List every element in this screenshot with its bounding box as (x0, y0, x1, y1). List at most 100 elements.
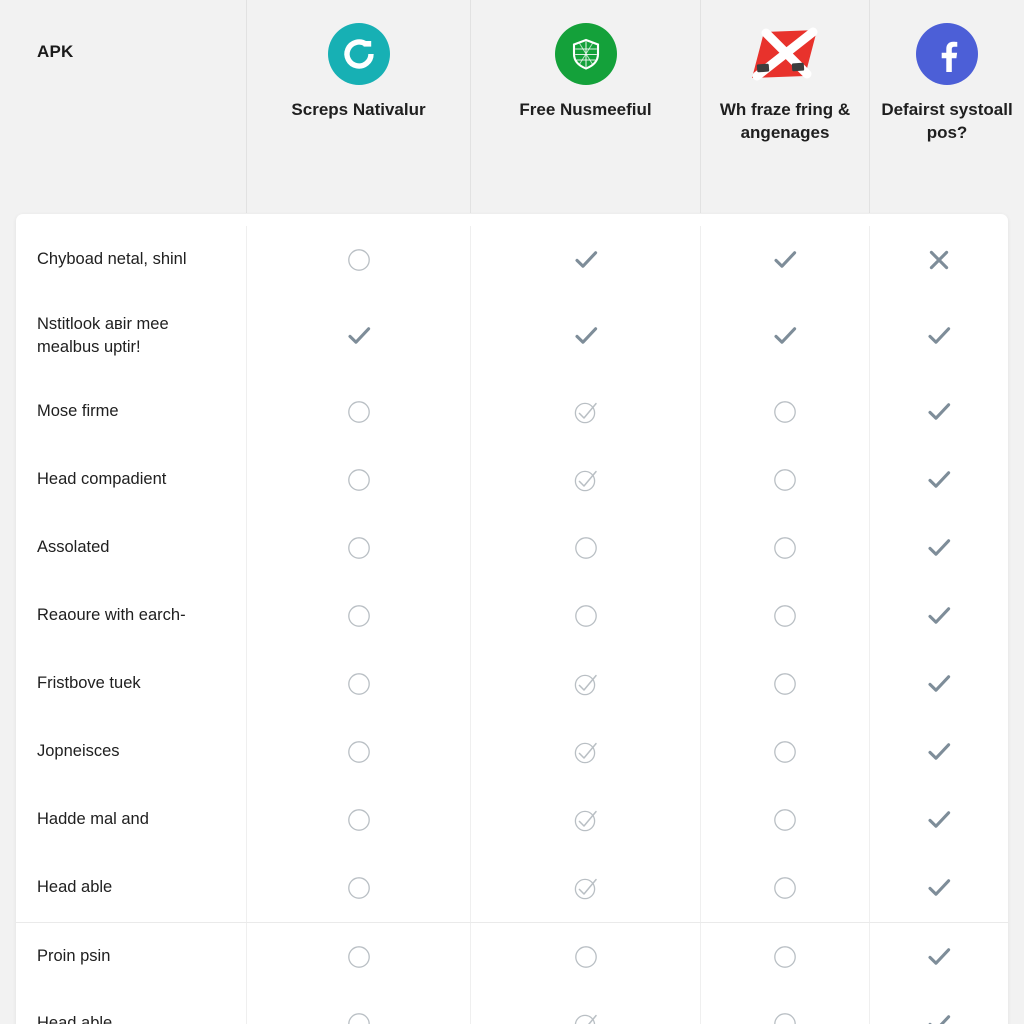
comparison-table-header: APK Screps Nativalur Free Nusmeefiul Wh … (0, 0, 1024, 213)
table-row: Mose firme (16, 378, 1008, 446)
row-label: Head able (37, 1014, 113, 1024)
cell-circle-icon (246, 582, 470, 650)
header-column-3[interactable]: Wh fraze fring & angenages (700, 0, 869, 213)
cell-circle-icon (700, 923, 869, 990)
teal-circle-c-logo-icon (327, 22, 390, 86)
cell-check-icon (869, 923, 1008, 990)
cell-circle-icon (700, 378, 869, 446)
card-top-spacer (16, 214, 1008, 226)
row-label: Fristbove tuek (37, 674, 141, 693)
cell-check-icon (869, 854, 1008, 922)
header-column-4[interactable]: Defairst systoall pos? (869, 0, 1024, 213)
cell-circle-icon (246, 718, 470, 786)
cell-circle-icon (700, 854, 869, 922)
row-label-cell: Proin psin (16, 923, 246, 990)
cell-cross-icon (869, 226, 1008, 294)
row-label-cell: Nstitlook aʙir mee mealbus uptir! (16, 294, 246, 378)
cell-check-icon (869, 718, 1008, 786)
header-column-1-label: Screps Nativalur (291, 100, 426, 119)
cell-check-icon (869, 294, 1008, 378)
cell-circle-icon (246, 378, 470, 446)
row-label-cell: Head able (16, 990, 246, 1024)
row-label-cell: Head compadient (16, 446, 246, 514)
table-row: Nstitlook aʙir mee mealbus uptir! (16, 294, 1008, 378)
table-row: Assolated (16, 514, 1008, 582)
header-label-column: APK (0, 0, 246, 213)
cell-circle-check-icon (470, 990, 700, 1024)
cell-check-icon (869, 514, 1008, 582)
cell-circle-check-icon (470, 650, 700, 718)
row-label: Nstitlook aʙir mee mealbus uptir! (37, 314, 169, 356)
table-row: Proin psin (16, 922, 1008, 990)
comparison-table-body: Chyboad netal, shinl Nstitlook aʙir mee m… (16, 226, 1008, 1024)
row-label: Head compadient (37, 470, 167, 489)
cell-check-icon (246, 294, 470, 378)
cell-circle-icon (470, 514, 700, 582)
table-row: Head able (16, 854, 1008, 922)
cell-circle-icon (246, 650, 470, 718)
cell-circle-check-icon (470, 786, 700, 854)
row-label-cell: Jopneisces (16, 718, 246, 786)
row-label-cell: Chyboad netal, shinl (16, 226, 246, 294)
cell-circle-icon (246, 226, 470, 294)
cell-check-icon (700, 226, 869, 294)
cell-check-icon (470, 226, 700, 294)
table-row: Head able (16, 990, 1008, 1024)
cell-check-icon (869, 446, 1008, 514)
cell-circle-icon (470, 582, 700, 650)
cell-circle-icon (246, 446, 470, 514)
cell-check-icon (869, 582, 1008, 650)
cell-circle-icon (700, 582, 869, 650)
cell-circle-icon (246, 990, 470, 1024)
cell-circle-check-icon (470, 378, 700, 446)
cell-circle-icon (246, 854, 470, 922)
row-label-cell: Fristbove tuek (16, 650, 246, 718)
cell-circle-check-icon (470, 854, 700, 922)
cell-circle-check-icon (470, 718, 700, 786)
table-row: Fristbove tuek (16, 650, 1008, 718)
row-label: Reaoure with earch- (37, 606, 186, 625)
row-label: Assolated (37, 538, 110, 557)
cell-circle-icon (470, 923, 700, 990)
cell-circle-icon (246, 514, 470, 582)
cell-circle-icon (246, 786, 470, 854)
red-flag-x-logo-icon (747, 22, 823, 86)
cell-circle-icon (700, 990, 869, 1024)
header-column-3-label: Wh fraze fring & angenages (719, 100, 851, 143)
cell-check-icon (869, 990, 1008, 1024)
row-label: Mose firme (37, 402, 119, 421)
row-label-cell: Hadde mal and (16, 786, 246, 854)
row-label-cell: Head able (16, 854, 246, 922)
cell-check-icon (869, 378, 1008, 446)
table-row: Hadde mal and (16, 786, 1008, 854)
header-column-1[interactable]: Screps Nativalur (246, 0, 470, 213)
table-row: Jopneisces (16, 718, 1008, 786)
row-label: Jopneisces (37, 742, 120, 761)
page-title: APK (37, 42, 74, 61)
cell-check-icon (470, 294, 700, 378)
cell-circle-icon (700, 514, 869, 582)
row-label: Hadde mal and (37, 810, 149, 829)
facebook-logo-icon (916, 22, 978, 86)
row-label: Head able (37, 878, 113, 897)
cell-circle-icon (700, 446, 869, 514)
cell-check-icon (869, 786, 1008, 854)
header-column-4-label: Defairst systoall pos? (881, 100, 1013, 143)
header-column-2[interactable]: Free Nusmeefiul (470, 0, 700, 213)
green-shield-logo-icon (554, 22, 617, 86)
cell-circle-icon (700, 786, 869, 854)
header-column-2-label: Free Nusmeefiul (519, 100, 652, 119)
row-label-cell: Reaoure with earch- (16, 582, 246, 650)
cell-circle-check-icon (470, 446, 700, 514)
table-row: Reaoure with earch- (16, 582, 1008, 650)
comparison-table-card: Chyboad netal, shinl Nstitlook aʙir mee m… (16, 214, 1008, 1024)
table-row: Chyboad netal, shinl (16, 226, 1008, 294)
cell-check-icon (700, 294, 869, 378)
cell-check-icon (869, 650, 1008, 718)
cell-circle-icon (700, 650, 869, 718)
row-label-cell: Mose firme (16, 378, 246, 446)
row-label-cell: Assolated (16, 514, 246, 582)
row-label: Chyboad netal, shinl (37, 250, 187, 269)
cell-circle-icon (246, 923, 470, 990)
row-label: Proin psin (37, 946, 111, 965)
